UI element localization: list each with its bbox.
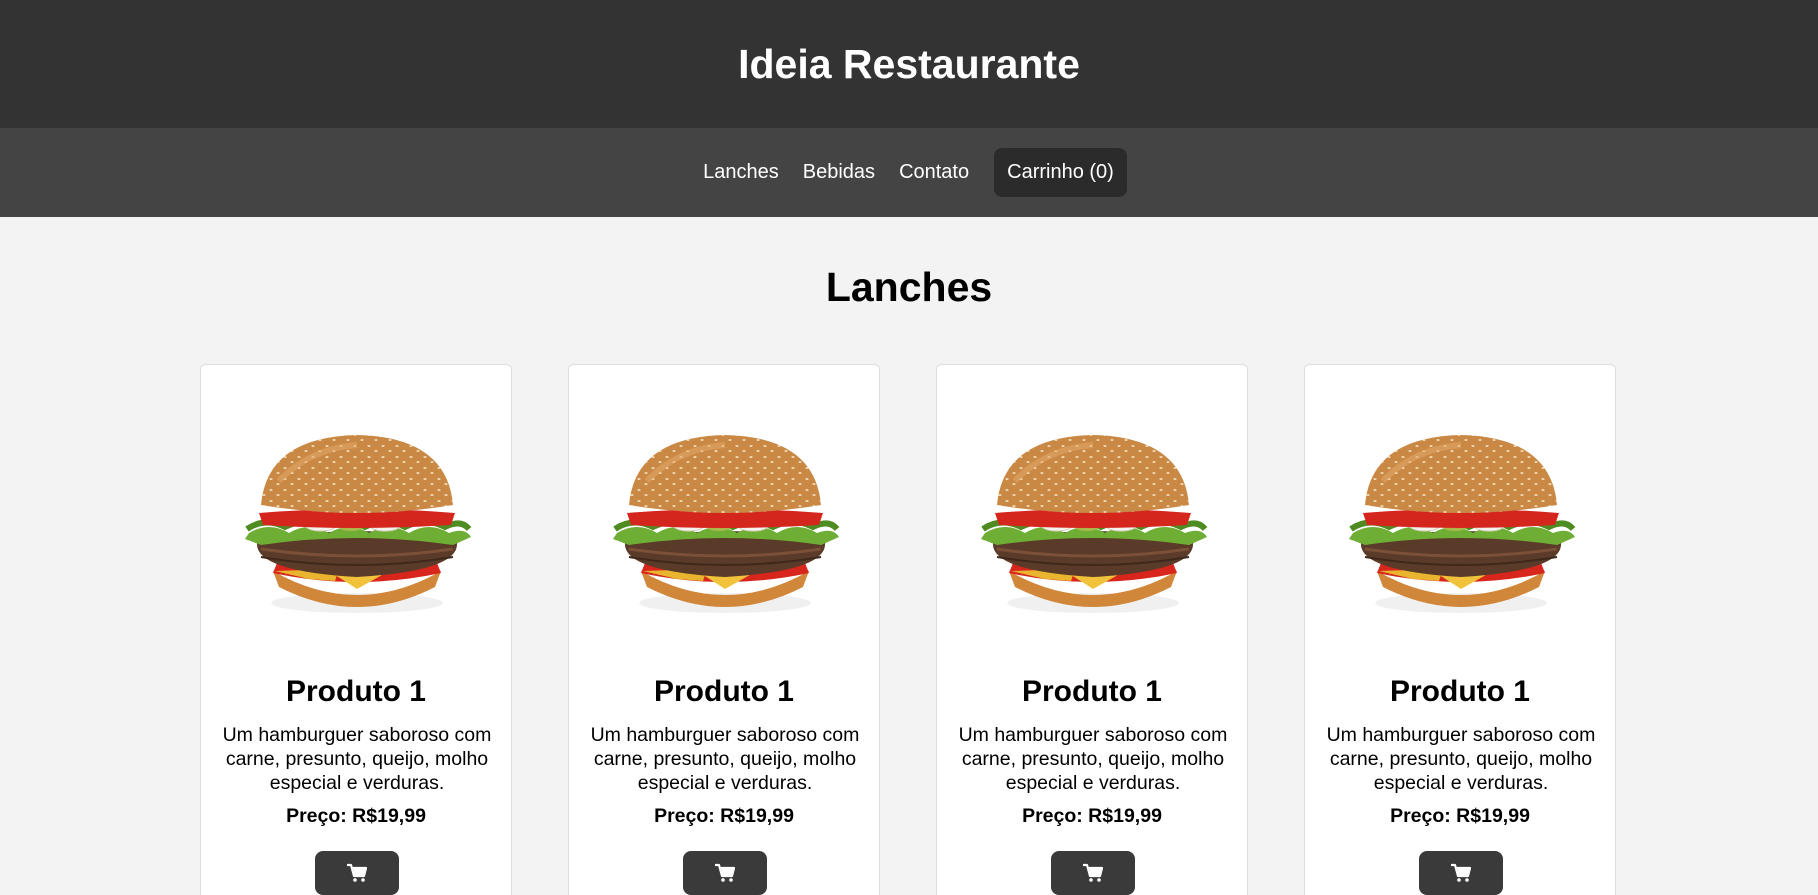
- cart-icon: [347, 863, 368, 882]
- add-to-cart-button[interactable]: [1419, 851, 1503, 895]
- nav-cart-button[interactable]: Carrinho (0): [994, 148, 1127, 197]
- product-price: Preço: R$19,99: [1390, 805, 1530, 827]
- nav-link-contato[interactable]: Contato: [887, 161, 981, 184]
- add-to-cart-button[interactable]: [1051, 851, 1135, 895]
- product-card: Produto 1 Um hamburguer saboroso com car…: [936, 364, 1248, 895]
- main-nav: Lanches Bebidas Contato Carrinho (0): [0, 128, 1818, 217]
- add-to-cart-button[interactable]: [683, 851, 767, 895]
- product-card: Produto 1 Um hamburguer saboroso com car…: [568, 364, 880, 895]
- nav-link-bebidas[interactable]: Bebidas: [791, 161, 887, 184]
- hamburger-image: [1343, 421, 1579, 613]
- hamburger-image: [239, 421, 475, 613]
- product-list: Produto 1 Um hamburguer saboroso com car…: [200, 364, 1618, 895]
- product-name: Produto 1: [654, 675, 794, 708]
- hamburger-image: [607, 421, 843, 613]
- cart-icon: [715, 863, 736, 882]
- product-description: Um hamburguer saboroso com carne, presun…: [958, 724, 1228, 794]
- product-description: Um hamburguer saboroso com carne, presun…: [590, 724, 860, 794]
- section-title: Lanches: [825, 264, 993, 310]
- add-to-cart-button[interactable]: [315, 851, 399, 895]
- site-title: Ideia Restaurante: [738, 40, 1080, 87]
- product-price: Preço: R$19,99: [654, 805, 794, 827]
- cart-icon: [1451, 863, 1472, 882]
- product-price: Preço: R$19,99: [1022, 805, 1162, 827]
- cart-icon: [1083, 863, 1104, 882]
- nav-link-lanches[interactable]: Lanches: [691, 161, 791, 184]
- site-header: Ideia Restaurante: [0, 0, 1818, 128]
- product-description: Um hamburguer saboroso com carne, presun…: [222, 724, 492, 794]
- product-name: Produto 1: [286, 675, 426, 708]
- product-card: Produto 1 Um hamburguer saboroso com car…: [200, 364, 512, 895]
- product-price: Preço: R$19,99: [286, 805, 426, 827]
- product-description: Um hamburguer saboroso com carne, presun…: [1326, 724, 1596, 794]
- product-name: Produto 1: [1022, 675, 1162, 708]
- product-card: Produto 1 Um hamburguer saboroso com car…: [1304, 364, 1616, 895]
- product-name: Produto 1: [1390, 675, 1530, 708]
- hamburger-image: [975, 421, 1211, 613]
